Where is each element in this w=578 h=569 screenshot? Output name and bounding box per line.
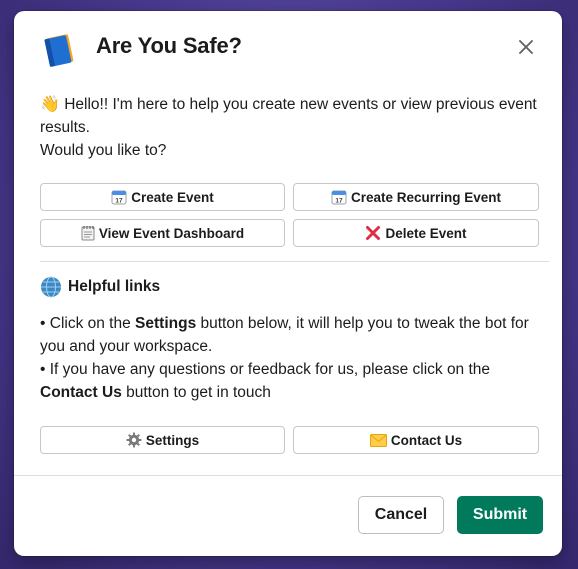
create-recurring-event-label: Create Recurring Event bbox=[350, 189, 502, 205]
settings-label: Settings bbox=[145, 432, 200, 448]
contact-us-label: Contact Us bbox=[390, 432, 463, 448]
modal-footer: Cancel Submit bbox=[14, 475, 562, 556]
modal-body: 👋 Hello!! I'm here to help you create ne… bbox=[40, 93, 549, 454]
create-event-label: Create Event bbox=[131, 189, 214, 205]
cancel-button[interactable]: Cancel bbox=[358, 496, 444, 534]
modal-dialog: Are You Safe? 👋 Hello!! I'm here to help… bbox=[14, 11, 562, 556]
svg-text:17: 17 bbox=[116, 198, 124, 205]
action-buttons: 17 Create Event 17 Create Recurring Even… bbox=[40, 183, 539, 247]
contact-tip-post: button to get in touch bbox=[121, 384, 271, 401]
settings-button[interactable]: Settings bbox=[40, 426, 285, 454]
section-divider bbox=[40, 261, 549, 262]
gear-icon bbox=[126, 432, 142, 448]
modal-title: Are You Safe? bbox=[96, 33, 242, 58]
intro-text: 👋 Hello!! I'm here to help you create ne… bbox=[40, 93, 538, 162]
spiral-notepad-icon bbox=[81, 225, 95, 241]
helpful-links-title: Helpful links bbox=[68, 278, 161, 295]
contact-tip-pre: If you have any questions or feedback fo… bbox=[45, 361, 491, 378]
contact-tip-bold: Contact Us bbox=[40, 384, 122, 401]
view-event-dashboard-label: View Event Dashboard bbox=[98, 225, 245, 241]
contact-tip: • If you have any questions or feedback … bbox=[40, 358, 538, 404]
helpful-links-text: • Click on the Settings button below, it… bbox=[40, 312, 538, 404]
settings-tip-pre: Click on the bbox=[45, 315, 136, 332]
globe-icon bbox=[40, 276, 62, 298]
helpful-links-heading: Helpful links bbox=[40, 276, 538, 298]
contact-us-button[interactable]: Contact Us bbox=[293, 426, 539, 454]
intro-line-2: Would you like to? bbox=[40, 142, 167, 159]
calendar-icon: 17 bbox=[331, 189, 347, 205]
red-x-icon bbox=[365, 225, 381, 241]
modal-header: Are You Safe? bbox=[14, 11, 562, 87]
close-icon bbox=[519, 39, 533, 59]
link-buttons: Settings Contact Us bbox=[40, 426, 539, 454]
create-recurring-event-button[interactable]: 17 Create Recurring Event bbox=[293, 183, 539, 211]
svg-text:17: 17 bbox=[335, 198, 343, 205]
delete-event-label: Delete Event bbox=[385, 225, 467, 241]
close-button[interactable] bbox=[512, 35, 540, 63]
create-event-button[interactable]: 17 Create Event bbox=[40, 183, 285, 211]
notebook-icon bbox=[41, 33, 75, 67]
settings-tip-bold: Settings bbox=[135, 315, 197, 332]
waving-hand-icon: 👋 bbox=[40, 96, 60, 113]
view-event-dashboard-button[interactable]: View Event Dashboard bbox=[40, 219, 285, 247]
settings-tip: • Click on the Settings button below, it… bbox=[40, 312, 538, 358]
intro-line-1: Hello!! I'm here to help you create new … bbox=[40, 96, 537, 136]
delete-event-button[interactable]: Delete Event bbox=[293, 219, 539, 247]
submit-button[interactable]: Submit bbox=[457, 496, 543, 534]
calendar-icon: 17 bbox=[111, 189, 127, 205]
envelope-icon bbox=[369, 433, 387, 447]
